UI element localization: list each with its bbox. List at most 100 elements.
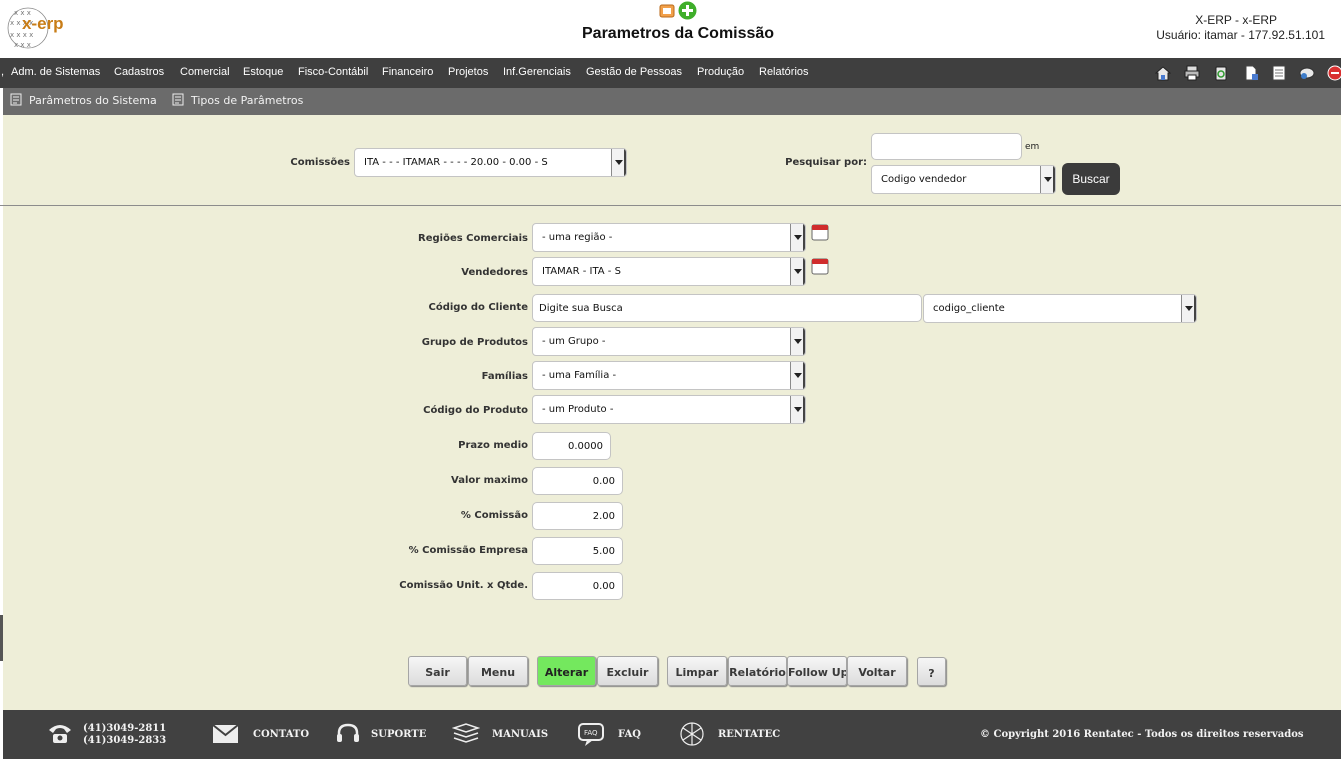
chevron-down-icon	[611, 149, 626, 176]
menu-item-comercial[interactable]: Comercial	[180, 66, 230, 78]
follow-up-button[interactable]: Follow Up	[787, 656, 847, 686]
chevron-down-icon	[790, 396, 805, 423]
search-field-value: Codigo vendedor	[881, 174, 967, 185]
sair-button[interactable]: Sair	[408, 656, 467, 686]
suporte-link[interactable]: SUPORTE	[371, 729, 426, 740]
vendedores-value: ITAMAR - ITA - S	[542, 266, 621, 277]
comissao-empresa-input[interactable]: 5.00	[532, 537, 623, 565]
comissao-unit-input[interactable]: 0.00	[532, 572, 623, 600]
valor-input[interactable]: 0.00	[532, 467, 623, 495]
submenu-bar: Parâmetros do Sistema Tipos de Parâmetro…	[3, 88, 1341, 115]
cliente-field-select[interactable]: codigo_cliente	[923, 294, 1197, 323]
contato-link[interactable]: CONTATO	[253, 729, 309, 740]
search-field-select[interactable]: Codigo vendedor	[871, 165, 1056, 194]
user-info: Usuário: itamar - 177.92.51.101	[1156, 28, 1325, 42]
chevron-down-icon	[1181, 295, 1196, 322]
rentatec-link[interactable]: RENTATEC	[718, 729, 780, 740]
list-icon	[172, 93, 184, 106]
vendedores-label: Vendedores	[461, 267, 528, 278]
commissions-select-value: ITA - - - ITAMAR - - - - 20.00 - 0.00 - …	[364, 157, 548, 168]
menu-item-inf-gerenciais[interactable]: Inf.Gerenciais	[503, 66, 571, 78]
regioes-label: Regiões Comerciais	[418, 233, 528, 244]
header: x x xx x x x x x x xx x x x-erp Parametr…	[0, 0, 1341, 58]
grupo-value: - um Grupo -	[542, 336, 606, 347]
vendedores-select[interactable]: ITAMAR - ITA - S	[532, 257, 806, 286]
list-icon	[10, 93, 22, 106]
help-button[interactable]: ?	[917, 657, 946, 686]
comissao-empresa-label: % Comissão Empresa	[408, 545, 528, 556]
menu-item-adm-sistemas[interactable]: Adm. de Sistemas	[11, 66, 100, 78]
faq-link[interactable]: FAQ	[618, 729, 641, 740]
comissao-unit-label: Comissão Unit. x Qtde.	[399, 580, 528, 591]
headset-icon[interactable]	[335, 722, 361, 746]
menu-item-cadastros[interactable]: Cadastros	[114, 66, 164, 78]
grupo-label: Grupo de Produtos	[421, 337, 528, 348]
relatorio-button[interactable]: Relatório	[728, 656, 787, 686]
valor-label: Valor maximo	[451, 475, 528, 486]
chevron-down-icon	[790, 362, 805, 389]
regioes-select[interactable]: - uma região -	[532, 223, 806, 252]
home-icon[interactable]	[1155, 65, 1171, 81]
svg-text:x x x: x x x	[14, 41, 31, 49]
comissao-label: % Comissão	[460, 510, 528, 521]
mail-icon[interactable]	[212, 724, 239, 744]
footer: (41)3049-2811 (41)3049-2833 CONTATO SUPO…	[3, 710, 1341, 759]
commissions-select[interactable]: ITA - - - ITAMAR - - - - 20.00 - 0.00 - …	[354, 148, 627, 177]
print-icon[interactable]	[1184, 65, 1200, 81]
page: x x xx x x x x x x xx x x x-erp Parametr…	[0, 0, 1341, 759]
limpar-button[interactable]: Limpar	[667, 656, 727, 686]
em-label: em	[1025, 142, 1040, 152]
exit-icon[interactable]	[1327, 65, 1341, 81]
phone-2: (41)3049-2833	[83, 735, 167, 746]
books-icon[interactable]	[452, 722, 480, 746]
commissions-label: Comissões	[290, 157, 350, 168]
familias-label: Famílias	[481, 371, 528, 382]
document-icon[interactable]	[1243, 65, 1259, 81]
comissao-input[interactable]: 2.00	[532, 502, 623, 530]
add-icon[interactable]	[678, 1, 697, 20]
rentatec-icon[interactable]	[677, 720, 707, 748]
menu-item-producao[interactable]: Produção	[697, 66, 744, 78]
calendar-icon[interactable]	[811, 258, 829, 275]
cliente-label: Código do Cliente	[428, 302, 528, 313]
produto-select[interactable]: - um Produto -	[532, 395, 806, 424]
svg-text:FAQ: FAQ	[584, 729, 598, 737]
submenu-parametros-sistema[interactable]: Parâmetros do Sistema	[29, 94, 157, 107]
grupo-select[interactable]: - um Grupo -	[532, 327, 806, 356]
divider	[0, 205, 1341, 206]
menu-item-relatorios[interactable]: Relatórios	[759, 66, 809, 78]
note-icon[interactable]	[1271, 65, 1287, 81]
calendar-icon[interactable]	[811, 224, 829, 241]
prazo-label: Prazo medio	[458, 440, 528, 451]
manuais-link[interactable]: MANUAIS	[492, 729, 548, 740]
phone-1: (41)3049-2811	[83, 723, 167, 734]
recycle-icon[interactable]	[1213, 65, 1229, 81]
familias-select[interactable]: - uma Família -	[532, 361, 806, 390]
alterar-button[interactable]: Alterar	[537, 656, 596, 686]
chevron-down-icon	[790, 328, 805, 355]
copyright: © Copyright 2016 Rentatec - Todos os dir…	[980, 729, 1304, 740]
prazo-input[interactable]: 0.0000	[532, 432, 611, 460]
cliente-input[interactable]: Digite sua Busca	[532, 294, 922, 322]
menu-item-estoque[interactable]: Estoque	[243, 66, 283, 78]
chevron-down-icon	[1040, 166, 1055, 193]
database-icon[interactable]	[1299, 65, 1315, 81]
faq-icon[interactable]: FAQ	[577, 722, 607, 748]
report-icon[interactable]	[659, 3, 675, 19]
menu-item-fisco-contabil[interactable]: Fisco-Contábil	[298, 66, 368, 78]
excluir-button[interactable]: Excluir	[597, 656, 658, 686]
submenu-tipos-parametros[interactable]: Tipos de Parâmetros	[191, 94, 303, 107]
menu-button[interactable]: Menu	[468, 656, 528, 686]
logo-text: x-erp	[22, 14, 64, 33]
menu-item-financeiro[interactable]: Financeiro	[382, 66, 433, 78]
buscar-button[interactable]: Buscar	[1062, 163, 1120, 195]
menu-item-projetos[interactable]: Projetos	[448, 66, 488, 78]
cliente-field-value: codigo_cliente	[933, 303, 1005, 314]
search-input[interactable]	[871, 133, 1022, 160]
phone-icon	[49, 725, 71, 743]
voltar-button[interactable]: Voltar	[847, 656, 907, 686]
search-by-label: Pesquisar por:	[785, 157, 867, 168]
left-edge-strip	[0, 615, 3, 661]
menu-item-gestao-pessoas[interactable]: Gestão de Pessoas	[586, 66, 682, 78]
chevron-down-icon	[790, 258, 805, 285]
